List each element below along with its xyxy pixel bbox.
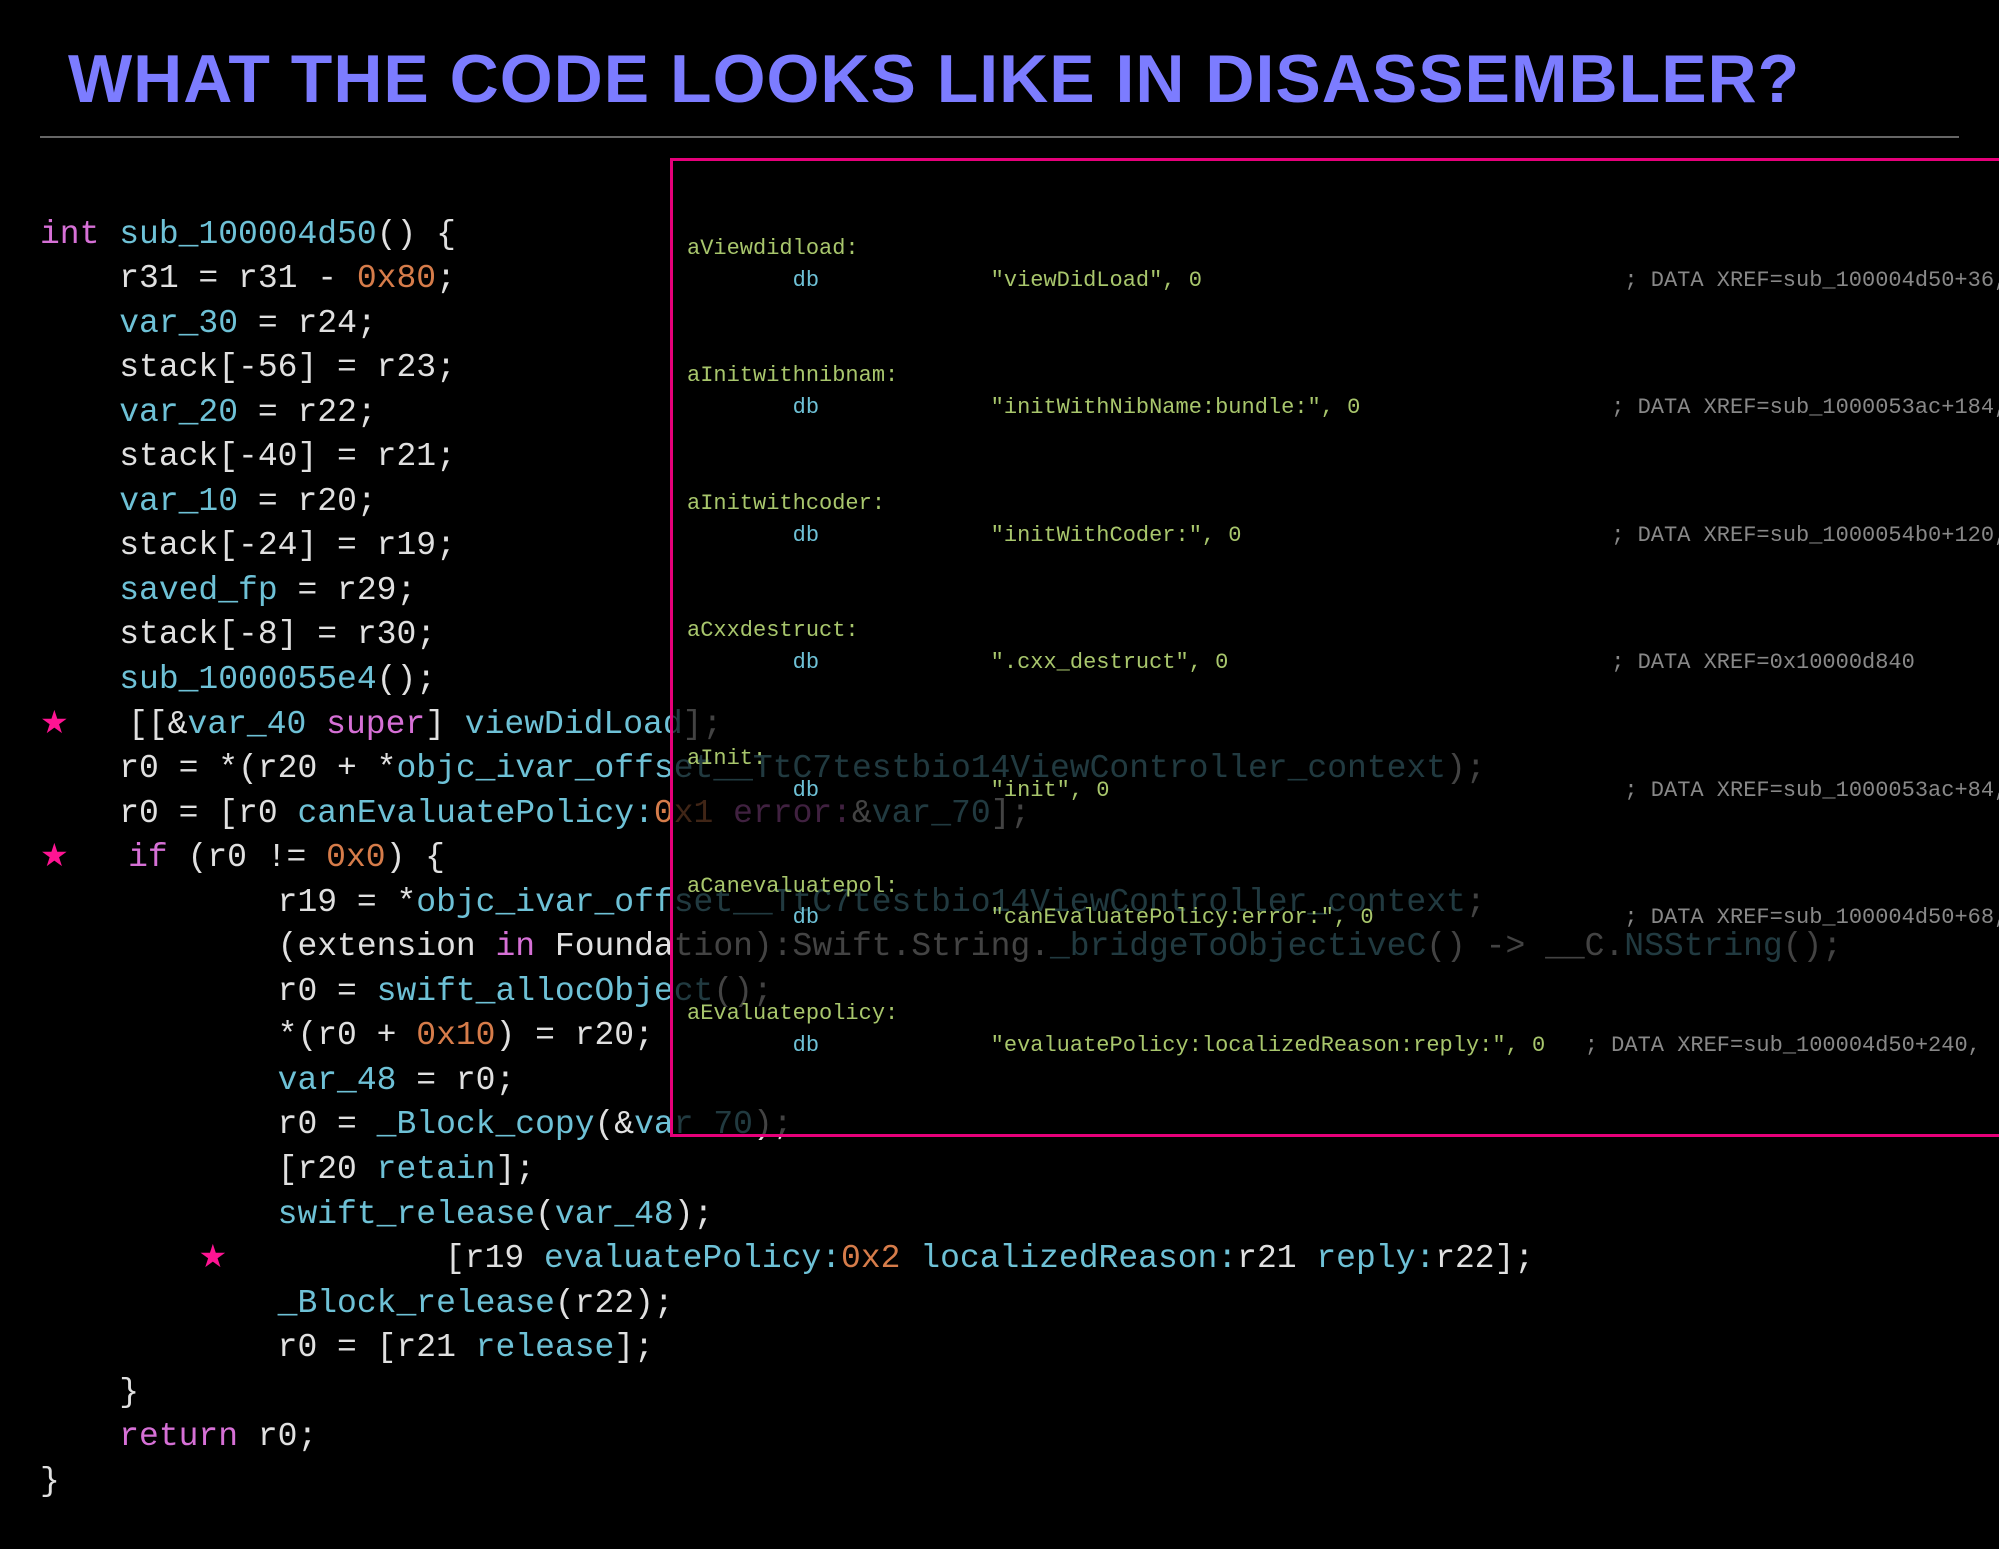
string-row: aCanevaluatepol: db "canEvaluatePolicy:e… — [687, 871, 1999, 935]
string-row: aCxxdestruct: db ".cxx_destruct", 0 ; DA… — [687, 615, 1999, 679]
content-area: aViewdidload: db "viewDidLoad", 0 ; DATA… — [40, 168, 1959, 1549]
title-divider — [40, 136, 1959, 138]
string-row: aViewdidload: db "viewDidLoad", 0 ; DATA… — [687, 233, 1999, 297]
star-icon: ★ — [198, 1240, 227, 1277]
slide-title: WHAT THE CODE LOOKS LIKE IN DISASSEMBLER… — [68, 40, 1959, 118]
string-row: aEvaluatepolicy: db "evaluatePolicy:loca… — [687, 998, 1999, 1062]
star-icon: ★ — [40, 839, 69, 876]
strings-panel: aViewdidload: db "viewDidLoad", 0 ; DATA… — [670, 158, 1999, 1137]
string-row: aInitwithcoder: db "initWithCoder:", 0 ;… — [687, 488, 1999, 552]
string-row: aInitwithnibnam: db "initWithNibName:bun… — [687, 360, 1999, 424]
string-row: aInit: db "init", 0 ; DATA XREF=sub_1000… — [687, 743, 1999, 807]
star-icon: ★ — [40, 706, 69, 743]
